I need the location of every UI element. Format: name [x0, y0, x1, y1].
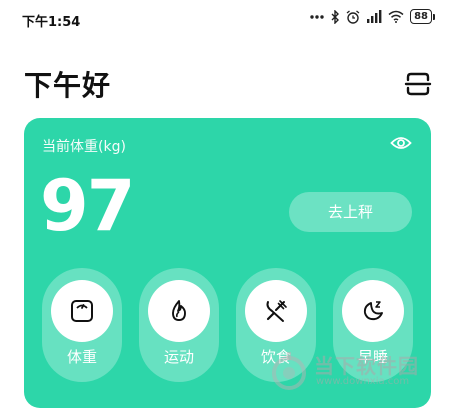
weight-card: 当前体重(kg) 97 去上秤 体重 运动 饮食 早睡: [24, 118, 431, 408]
wifi-icon: [388, 10, 404, 23]
moon-sleep-icon: [342, 280, 404, 342]
battery-level: 88: [410, 9, 432, 24]
status-time: 下午1:54: [22, 15, 81, 30]
go-weigh-button[interactable]: 去上秤: [289, 192, 412, 232]
quick-action-label: 饮食: [260, 348, 291, 366]
scan-icon[interactable]: [404, 70, 432, 98]
status-icons: 88: [309, 9, 435, 24]
quick-action-diet[interactable]: 饮食: [236, 268, 316, 382]
battery-icon: 88: [410, 9, 435, 24]
quick-action-exercise[interactable]: 运动: [139, 268, 219, 382]
quick-action-label: 体重: [66, 348, 97, 366]
eye-icon[interactable]: [390, 132, 412, 154]
status-bar: 下午1:54 88: [0, 0, 453, 38]
greeting-title: 下午好: [24, 69, 112, 102]
more-dots-icon: [309, 14, 325, 20]
signal-icon: [366, 10, 382, 23]
flame-icon: [148, 280, 210, 342]
alarm-icon: [346, 9, 360, 24]
quick-action-weight[interactable]: 体重: [42, 268, 122, 382]
weight-value: 97: [40, 165, 135, 247]
quick-action-label: 早睡: [357, 348, 388, 366]
fork-knife-icon: [245, 280, 307, 342]
weight-label: 当前体重(kg): [42, 139, 126, 155]
quick-action-label: 运动: [163, 348, 194, 366]
bluetooth-icon: [331, 9, 340, 24]
quick-action-sleep[interactable]: 早睡: [333, 268, 413, 382]
scale-icon: [51, 280, 113, 342]
